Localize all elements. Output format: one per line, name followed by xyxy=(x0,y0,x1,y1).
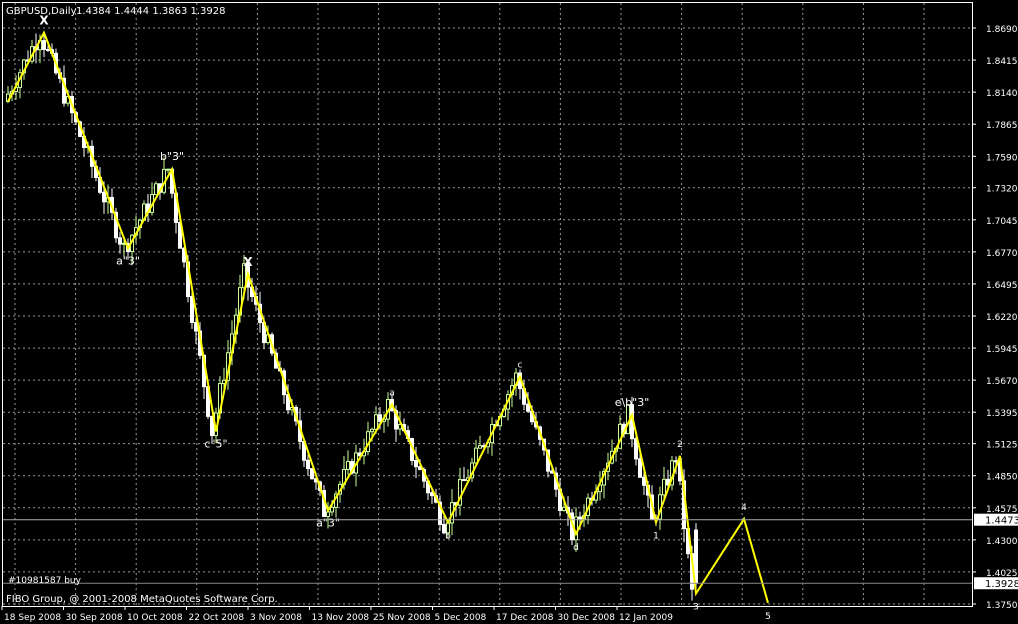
wave-label: 3 xyxy=(693,603,699,613)
wave-label: 4 xyxy=(741,503,747,513)
candle-body xyxy=(166,168,170,171)
candle-body xyxy=(102,191,106,203)
x-tick-label: 30 Dec 2008 xyxy=(558,613,616,623)
wave-lines xyxy=(3,30,972,604)
wave-label: c"5" xyxy=(204,437,227,450)
wave-label: a"3" xyxy=(316,517,340,530)
x-tick-label: 22 Oct 2008 xyxy=(189,613,245,623)
plot-frame xyxy=(2,2,973,607)
candle-body xyxy=(478,445,482,449)
wave-label: d xyxy=(573,543,579,553)
ohlc-values: 1.4384 1.4444 1.3863 1.3928 xyxy=(76,6,226,17)
x-tick-label: 25 Nov 2008 xyxy=(373,613,431,623)
y-tick-label: 1.4850 xyxy=(986,473,1018,483)
wave-label: b"3" xyxy=(160,150,184,163)
order-price-tag: 1.4473 xyxy=(974,513,1018,527)
y-tick-label: 1.3750 xyxy=(986,601,1018,611)
y-tick-label: 1.7320 xyxy=(986,185,1018,195)
candle-body xyxy=(154,183,158,196)
y-tick-label: 1.7865 xyxy=(986,121,1018,131)
chart-window[interactable]: Xa"3" b"3" c"5" Xa"3" a b c d e\b"3" 1 2 3 4 5 1.8690… xyxy=(0,0,1018,624)
y-tick-label: 1.4575 xyxy=(986,505,1018,515)
candle-body xyxy=(306,459,310,470)
candle-body xyxy=(562,506,566,511)
wave-label: e\b"3" xyxy=(615,396,650,409)
order-label: #10981587 buy xyxy=(8,576,82,586)
candle-body xyxy=(474,447,478,464)
grid xyxy=(3,3,972,606)
x-tick-label: 30 Sep 2008 xyxy=(66,613,123,623)
candle-body xyxy=(310,468,314,480)
candle-body xyxy=(46,48,50,51)
wave-label: c xyxy=(518,361,523,371)
y-tick-label: 1.7045 xyxy=(986,217,1018,227)
y-tick-label: 1.6220 xyxy=(986,313,1018,323)
wave-label: 5 xyxy=(765,612,771,622)
y-tick-label: 1.8690 xyxy=(986,25,1018,35)
current-price-label: 1.3928 xyxy=(985,579,1018,590)
y-tick-label: 1.4300 xyxy=(986,537,1018,547)
candle-body xyxy=(118,237,122,245)
candle-body xyxy=(462,479,466,482)
time-axis: 18 Sep 2008 30 Sep 2008 10 Oct 2008 22 Oct … xyxy=(1,606,673,623)
candle-body xyxy=(578,516,582,520)
y-tick-label: 1.5945 xyxy=(986,345,1018,355)
symbol-label: GBPUSD,Daily xyxy=(6,6,77,17)
candle-body xyxy=(642,476,646,486)
current-price-tag: 1.3928 xyxy=(974,577,1018,590)
candle-body xyxy=(378,414,382,422)
y-tick-label: 1.5395 xyxy=(986,409,1018,419)
wave-polyline xyxy=(7,30,769,604)
candle-body xyxy=(42,40,46,50)
y-tick-label: 1.6770 xyxy=(986,249,1018,259)
copyright-text: FIBO Group, @ 2001-2008 MetaQuotes Softw… xyxy=(6,594,278,605)
wave-label: a xyxy=(389,389,395,399)
order-price-label: 1.4473 xyxy=(985,516,1018,527)
candle-body xyxy=(638,458,642,478)
price-chart[interactable]: Xa"3"b"3"c"5"Xa"3"abcde\b"3"12345 1.8690… xyxy=(0,0,1018,624)
y-tick-label: 1.5125 xyxy=(986,441,1018,451)
y-tick-label: 1.7590 xyxy=(986,153,1018,163)
candles xyxy=(6,33,698,601)
x-tick-label: 13 Nov 2008 xyxy=(312,613,370,623)
x-tick-label: 5 Dec 2008 xyxy=(435,613,487,623)
wave-label: b xyxy=(445,531,451,541)
candle-body xyxy=(526,403,530,412)
x-tick-label: 17 Dec 2008 xyxy=(496,613,554,623)
x-tick-label: 3 Nov 2008 xyxy=(250,613,302,623)
candle-body xyxy=(330,506,334,513)
y-tick-label: 1.8415 xyxy=(986,57,1018,67)
wave-label: a"3" xyxy=(116,254,140,267)
wave-label: 2 xyxy=(677,440,683,450)
wave-label: X xyxy=(243,255,253,269)
candle-body xyxy=(370,428,374,433)
x-tick-label: 10 Oct 2008 xyxy=(127,613,183,623)
y-tick-label: 1.5670 xyxy=(986,377,1018,387)
candle-body xyxy=(662,478,666,496)
candle-body xyxy=(374,414,378,430)
wave-labels: Xa"3"b"3"c"5"Xa"3"abcde\b"3"12345 xyxy=(39,14,771,622)
x-tick-label: 12 Jan 2009 xyxy=(619,613,673,623)
candle-body xyxy=(694,529,698,584)
y-tick-label: 1.6495 xyxy=(986,281,1018,291)
x-tick-label: 18 Sep 2008 xyxy=(4,613,61,623)
y-tick-label: 1.8140 xyxy=(986,89,1018,99)
candle-body xyxy=(346,461,350,470)
wave-label: 1 xyxy=(653,531,659,541)
candle-body xyxy=(414,459,418,468)
